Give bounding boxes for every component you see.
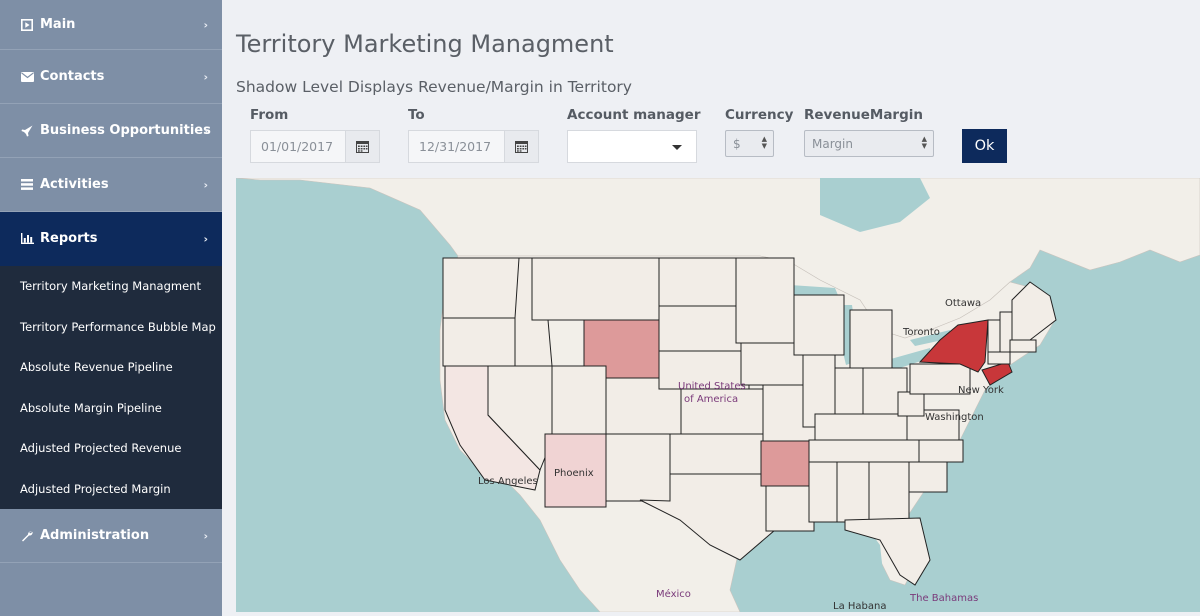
submenu-item-adjusted-revenue[interactable]: Adjusted Projected Revenue [0, 428, 222, 469]
sidebar-item-administration[interactable]: Administration › [0, 509, 222, 563]
sidebar-item-label: Administration [40, 528, 150, 543]
state-tennessee[interactable] [808, 439, 920, 463]
map-label-los-angeles: Los Angeles [478, 476, 538, 487]
rocket-icon [20, 124, 34, 138]
map-label-phoenix: Phoenix [554, 468, 594, 479]
chevron-right-icon: › [203, 178, 208, 191]
submenu-item-adjusted-margin[interactable]: Adjusted Projected Margin [0, 469, 222, 510]
calendar-icon[interactable] [345, 131, 379, 162]
caret-down-icon [672, 145, 682, 150]
submenu-item-territory-marketing[interactable]: Territory Marketing Managment [0, 266, 222, 307]
chevron-right-icon: › [203, 529, 208, 542]
map-canvas[interactable]: Ottawa Toronto United States of America … [236, 178, 1200, 612]
state-mississippi[interactable] [808, 461, 838, 523]
map-label-ottawa: Ottawa [945, 298, 981, 309]
bar-chart-icon [20, 232, 34, 246]
state-arkansas[interactable] [760, 440, 810, 487]
state-georgia[interactable] [868, 461, 910, 521]
revenue-margin-value: Margin [812, 136, 853, 151]
sidebar: Main › Contacts › Business Opportunities… [0, 0, 222, 616]
sidebar-item-label: Business Opportunities [40, 123, 211, 138]
state-michigan[interactable] [849, 309, 893, 369]
state-west-virginia[interactable] [897, 391, 925, 417]
chevron-right-icon: › [203, 18, 208, 31]
state-north-carolina[interactable] [918, 439, 964, 463]
submenu-item-absolute-revenue[interactable]: Absolute Revenue Pipeline [0, 347, 222, 388]
state-vermont[interactable] [987, 319, 1001, 353]
updown-arrows-icon: ▲ ▼ [921, 135, 927, 150]
sidebar-item-reports[interactable]: Reports › [0, 212, 222, 266]
currency-label: Currency [725, 107, 794, 123]
map-label-bahamas: The Bahamas [909, 593, 978, 604]
wrench-icon [20, 529, 34, 543]
state-wisconsin[interactable] [793, 294, 845, 356]
to-date-field[interactable]: 12/31/2017 [408, 130, 539, 163]
currency-select[interactable]: $ ▲ ▼ [725, 130, 774, 157]
state-louisiana[interactable] [765, 485, 815, 532]
account-manager-label: Account manager [567, 107, 701, 123]
calendar-icon[interactable] [504, 131, 538, 162]
state-oregon[interactable] [442, 317, 516, 367]
sidebar-item-label: Main [40, 17, 76, 32]
sidebar-item-main[interactable]: Main › [0, 0, 222, 50]
sidebar-item-contacts[interactable]: Contacts › [0, 50, 222, 104]
sidebar-item-business-opportunities[interactable]: Business Opportunities › [0, 104, 222, 158]
chevron-right-icon: › [203, 124, 208, 137]
map-label-la-habana: La Habana [833, 601, 886, 612]
from-date-field[interactable]: 01/01/2017 [250, 130, 380, 163]
map-label-washington: Washington [925, 412, 984, 423]
map-label-us-1: United States [678, 381, 746, 392]
ok-button[interactable]: Ok [962, 129, 1007, 163]
account-manager-select[interactable] [567, 130, 697, 163]
state-minnesota[interactable] [735, 257, 795, 344]
from-date-value[interactable]: 01/01/2017 [251, 131, 345, 162]
sidebar-item-activities[interactable]: Activities › [0, 158, 222, 212]
territory-map[interactable]: Ottawa Toronto United States of America … [236, 178, 1200, 612]
from-label: From [250, 107, 289, 123]
state-utah[interactable] [551, 365, 607, 435]
map-label-new-york: New York [958, 385, 1004, 396]
state-north-dakota[interactable] [658, 257, 737, 307]
state-south-carolina[interactable] [908, 461, 948, 493]
state-montana[interactable] [531, 257, 660, 321]
to-label: To [408, 107, 425, 123]
main-content: Territory Marketing Managment Shadow Lev… [222, 0, 1200, 616]
to-date-value[interactable]: 12/31/2017 [409, 131, 504, 162]
state-alabama[interactable] [836, 461, 870, 523]
list-icon [20, 178, 34, 192]
map-label-us-2: of America [684, 394, 738, 405]
revenue-margin-select[interactable]: Margin ▲ ▼ [804, 130, 934, 157]
currency-value: $ [733, 136, 741, 151]
submenu-item-territory-performance[interactable]: Territory Performance Bubble Map [0, 307, 222, 348]
revenue-margin-label: RevenueMargin [804, 107, 923, 123]
state-washington[interactable] [442, 257, 520, 319]
state-kentucky[interactable] [814, 413, 908, 441]
page-title: Territory Marketing Managment [236, 30, 614, 58]
updown-arrows-icon: ▲ ▼ [761, 135, 767, 150]
submenu-item-absolute-margin[interactable]: Absolute Margin Pipeline [0, 388, 222, 429]
state-new-mexico[interactable] [605, 433, 671, 502]
state-massachusetts[interactable] [1009, 339, 1037, 353]
state-connecticut[interactable] [987, 351, 1011, 365]
envelope-icon [20, 70, 34, 84]
play-square-icon [20, 18, 34, 32]
sidebar-item-label: Contacts [40, 69, 105, 84]
state-oklahoma[interactable] [669, 433, 767, 475]
state-south-dakota[interactable] [658, 305, 742, 352]
map-label-mexico: México [656, 588, 691, 600]
chevron-right-icon: › [203, 70, 208, 83]
map-label-toronto: Toronto [902, 327, 940, 338]
sidebar-item-label: Reports [40, 231, 98, 246]
reports-submenu: Territory Marketing Managment Territory … [0, 266, 222, 509]
sidebar-item-label: Activities [40, 177, 109, 192]
chevron-right-icon: › [203, 232, 208, 245]
page-subtitle: Shadow Level Displays Revenue/Margin in … [236, 78, 632, 96]
